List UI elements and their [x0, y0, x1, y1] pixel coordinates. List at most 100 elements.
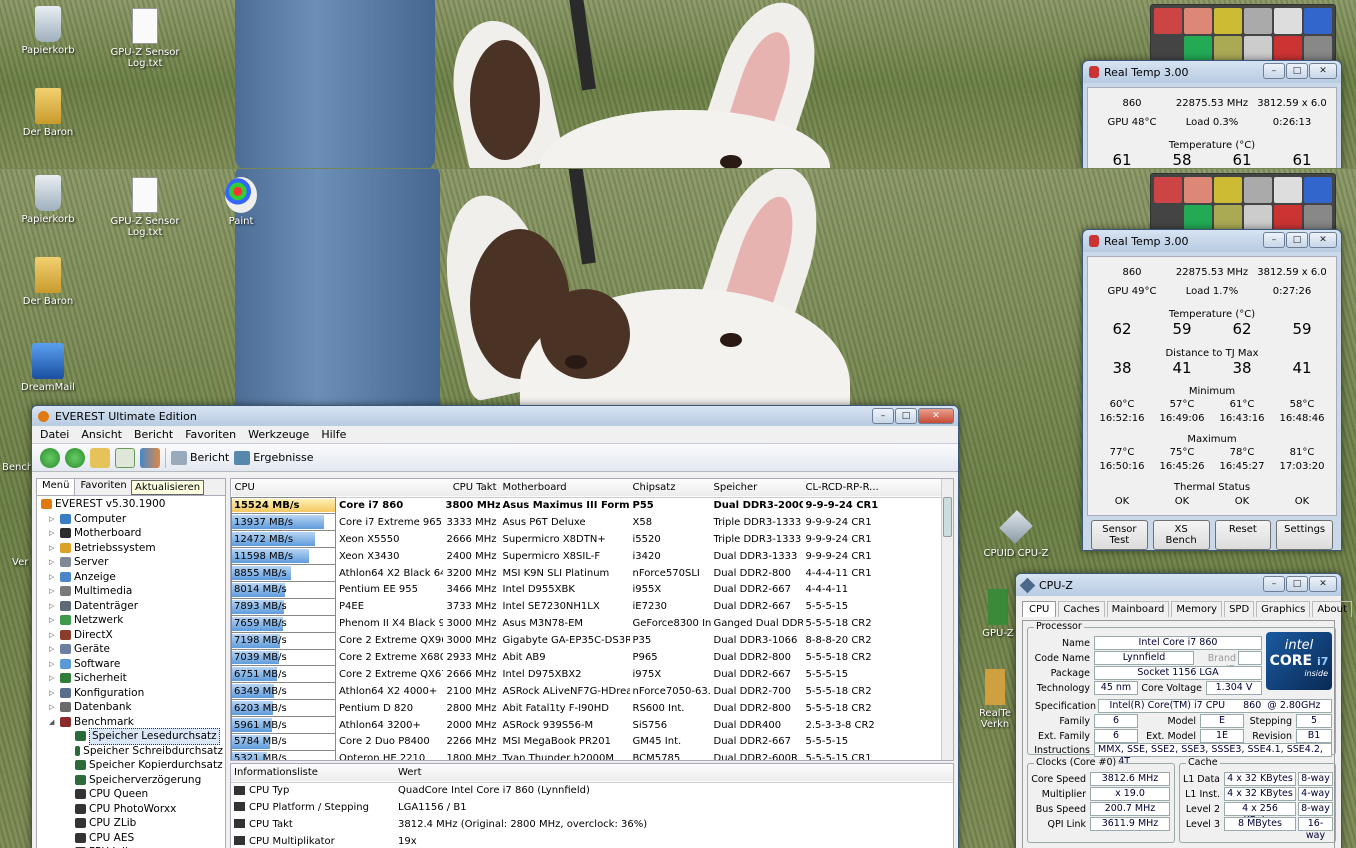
tree-item[interactable]: Speicher Kopierdurchsatz — [39, 758, 223, 773]
settings-button[interactable]: Settings — [1276, 520, 1333, 550]
table-row[interactable]: 5961 MB/s Athlon64 3200+ 2000 MHz ASRock 93… — [231, 716, 944, 734]
expand-arrow-icon[interactable]: ▷ — [49, 599, 57, 614]
users-icon[interactable] — [140, 447, 160, 468]
realtemp-window-top[interactable]: Real Temp 3.00 – □ ✕ 860 22875.53 MHz 38… — [1082, 60, 1342, 168]
results-button[interactable]: Ergebnisse — [234, 450, 314, 465]
tree-item[interactable]: ▷ Anzeige — [39, 570, 223, 585]
expand-arrow-icon[interactable]: ▷ — [49, 613, 57, 628]
minimize-button[interactable]: – — [1263, 576, 1285, 592]
tab-memory[interactable]: Memory — [1171, 601, 1223, 617]
tree-item[interactable]: ▷ Multimedia — [39, 584, 223, 599]
table-row[interactable]: 5784 MB/s Core 2 Duo P8400 2266 MHz MSI Meg… — [231, 732, 944, 751]
col-value[interactable]: Wert — [395, 764, 705, 782]
tree-item[interactable]: ▷ Netzwerk — [39, 613, 223, 628]
sensor-test-button[interactable]: Sensor Test — [1091, 520, 1148, 550]
info-row[interactable]: CPU Multiplikator 19x — [231, 833, 953, 848]
der-baron-shortcut[interactable]: Der Baron — [8, 88, 88, 138]
info-row[interactable]: CPU Platform / Stepping LGA1156 / B1 — [231, 799, 953, 816]
col-memory[interactable]: Speicher — [711, 479, 803, 497]
tree-item[interactable]: EVEREST v5.30.1900 — [39, 497, 223, 512]
tree-item[interactable]: CPU Queen — [39, 787, 223, 802]
close-button[interactable]: ✕ — [1309, 232, 1337, 248]
col-motherboard[interactable]: Motherboard — [500, 479, 630, 497]
tree-item[interactable]: Speicher Schreibdurchsatz — [39, 744, 223, 759]
tree-item[interactable]: ▷ Motherboard — [39, 526, 223, 541]
tab-about[interactable]: About — [1312, 601, 1352, 617]
collapse-arrow-icon[interactable]: ◢ — [49, 715, 57, 730]
tree-item[interactable]: ▷ Sicherheit — [39, 671, 223, 686]
gadget-thumbnails[interactable] — [1150, 4, 1336, 66]
expand-arrow-icon[interactable]: ▷ — [49, 671, 57, 686]
table-row[interactable]: 7893 MB/s P4EE 3733 MHz Intel SE7230NH1LX iE… — [231, 597, 944, 616]
menu-favoriten[interactable]: Favoriten — [185, 428, 236, 441]
expand-arrow-icon[interactable]: ▷ — [49, 628, 57, 643]
gpuz-log-shortcut[interactable]: GPU-Z Sensor Log.txt — [105, 177, 185, 238]
cpuz-desktop-shortcut[interactable]: CPUID CPU-Z — [976, 509, 1056, 559]
expand-arrow-icon[interactable]: ▷ — [49, 570, 57, 585]
vertical-scrollbar[interactable] — [941, 479, 953, 760]
back-arrow-icon[interactable] — [40, 447, 60, 468]
menu-datei[interactable]: Datei — [40, 428, 69, 441]
close-button[interactable]: ✕ — [918, 408, 954, 424]
realtemp-window[interactable]: Real Temp 3.00 – □ ✕ 860 22875.53 MHz 38… — [1082, 229, 1342, 551]
recycle-bin-shortcut[interactable]: Papierkorb — [8, 6, 88, 56]
recycle-bin-shortcut[interactable]: Papierkorb — [8, 175, 88, 225]
tree-item[interactable]: ▷ Betriebssystem — [39, 541, 223, 556]
expand-arrow-icon[interactable]: ▷ — [49, 657, 57, 672]
table-row[interactable]: 7039 MB/s Core 2 Extreme X6800 2933 MHz Abi… — [231, 648, 944, 667]
minimize-button[interactable]: – — [1263, 232, 1285, 248]
table-row[interactable]: 7659 MB/sPhenom II X4 Black 9...3000 MHz… — [231, 614, 944, 633]
tree-item[interactable]: ▷ Geräte — [39, 642, 223, 657]
table-row[interactable]: 6203 MB/s Pentium D 820 2800 MHz Abit Fatal… — [231, 699, 944, 718]
tab-favoriten[interactable]: Favoriten — [75, 479, 131, 495]
forward-arrow-icon[interactable] — [65, 447, 85, 468]
menu-ansicht[interactable]: Ansicht — [81, 428, 122, 441]
gadget-thumbnails[interactable] — [1150, 173, 1336, 235]
tree-item[interactable]: ▷ Datenbank — [39, 700, 223, 715]
maximize-button[interactable]: □ — [1286, 576, 1308, 592]
tab-graphics[interactable]: Graphics — [1256, 601, 1311, 617]
expand-arrow-icon[interactable]: ▷ — [49, 642, 57, 657]
scrollbar-thumb[interactable] — [943, 497, 952, 537]
reset-button[interactable]: Reset — [1214, 520, 1272, 550]
tree-item[interactable]: ▷ Software — [39, 657, 223, 672]
cpuz-window[interactable]: CPU-Z – □ ✕ CPU Caches Mainboard Memory … — [1015, 573, 1352, 848]
info-row[interactable]: CPU Typ QuadCore Intel Core i7 860 (Lynnf… — [231, 782, 953, 799]
maximize-button[interactable]: □ — [895, 408, 917, 424]
tree-item[interactable]: ▷ DirectX — [39, 628, 223, 643]
tree-item[interactable]: ▷ Datenträger — [39, 599, 223, 614]
col-timings[interactable]: CL-RCD-RP-R... — [803, 479, 944, 497]
minimize-button[interactable]: – — [1263, 63, 1285, 79]
everest-window[interactable]: EVEREST Ultimate Edition – □ ✕ Datei Ans… — [31, 405, 959, 848]
up-folder-icon[interactable] — [90, 447, 110, 468]
table-row[interactable]: 6349 MB/s Athlon64 X2 4000+ 2100 MHz ASRock… — [231, 682, 944, 701]
col-cpu-clock[interactable]: CPU Takt — [443, 479, 500, 497]
table-row[interactable]: 12472 MB/s Xeon X5550 2666 MHz Supermicro X… — [231, 530, 944, 549]
table-row[interactable]: 13937 MB/s Core i7 Extreme 965 3333 MHz Asu… — [231, 513, 944, 532]
tree-item[interactable]: ▷ Server — [39, 555, 223, 570]
tab-mainboard[interactable]: Mainboard — [1106, 601, 1170, 617]
table-row[interactable]: 8014 MB/s Pentium EE 955 3466 MHz Intel D95… — [231, 580, 944, 599]
table-row[interactable]: 5321 MB/s Opteron HE 2210 1800 MHz Tyan Thu… — [231, 749, 944, 760]
xs-bench-button[interactable]: XS Bench — [1152, 520, 1210, 550]
everest-titlebar[interactable]: EVEREST Ultimate Edition – □ ✕ — [32, 406, 958, 426]
cpuz-titlebar[interactable]: CPU-Z – □ ✕ — [1016, 574, 1341, 596]
menu-werkzeuge[interactable]: Werkzeuge — [248, 428, 309, 441]
close-button[interactable]: ✕ — [1309, 63, 1337, 79]
table-row[interactable]: 8855 MB/sAthlon64 X2 Black 64...3200 MHz… — [231, 564, 944, 582]
tree-item[interactable]: Speicherverzögerung — [39, 773, 223, 788]
tree-item[interactable]: Speicher Lesedurchsatz — [39, 728, 223, 745]
realtemp-titlebar[interactable]: Real Temp 3.00 – □ ✕ — [1083, 230, 1341, 252]
info-row[interactable]: CPU Takt 3812.4 MHz (Original: 2800 MHz, … — [231, 816, 953, 833]
table-row[interactable]: 15524 MB/s Core i7 860 3800 MHz Asus Maximu… — [231, 496, 944, 515]
table-row[interactable]: 6751 MB/sCore 2 Extreme QX67...2666 MHz I… — [231, 665, 944, 684]
expand-arrow-icon[interactable]: ▷ — [49, 584, 57, 599]
maximize-button[interactable]: □ — [1286, 232, 1308, 248]
expand-arrow-icon[interactable]: ▷ — [49, 512, 57, 527]
tree-item[interactable]: ▷ Computer — [39, 512, 223, 527]
menu-bericht[interactable]: Bericht — [134, 428, 173, 441]
tab-caches[interactable]: Caches — [1058, 601, 1105, 617]
expand-arrow-icon[interactable]: ▷ — [49, 700, 57, 715]
col-cpu[interactable]: CPU — [232, 479, 336, 497]
expand-arrow-icon[interactable]: ▷ — [49, 555, 57, 570]
